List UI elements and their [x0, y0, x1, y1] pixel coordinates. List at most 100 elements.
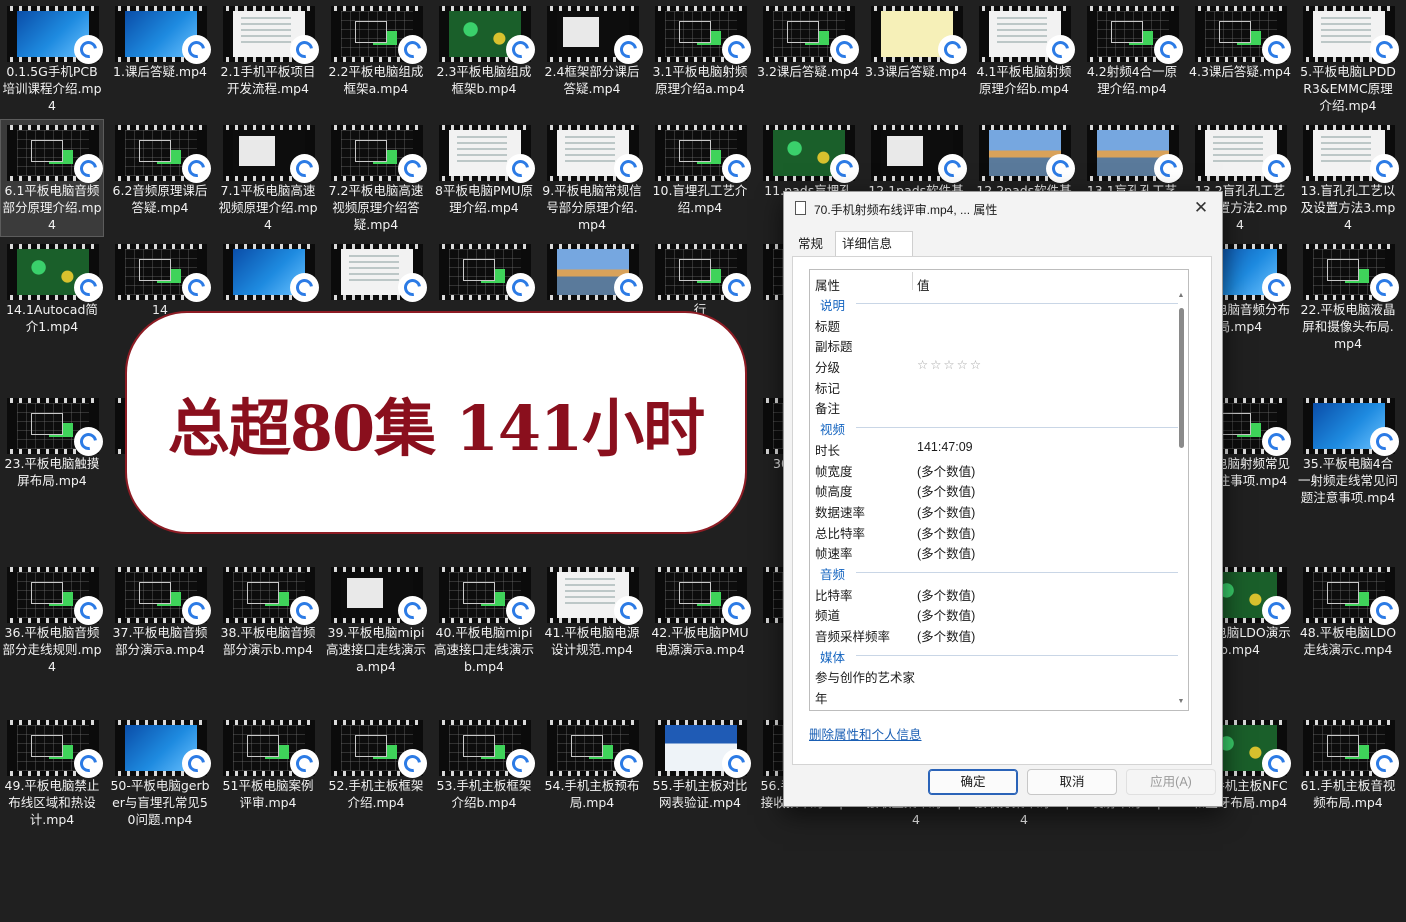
- tab-general[interactable]: 常规: [792, 232, 832, 256]
- video-file-item[interactable]: 22.平板电脑液晶屏和摄像头布局.mp4: [1296, 238, 1400, 390]
- video-file-item[interactable]: 54.手机主板预布局.mp4: [540, 714, 644, 852]
- video-file-item[interactable]: 61.手机主板音视频布局.mp4: [1296, 714, 1400, 852]
- property-value[interactable]: (多个数值): [917, 523, 975, 542]
- file-name-label: 36.平板电脑音频部分走线规则.mp4: [2, 625, 102, 674]
- sync-icon: [76, 751, 101, 776]
- property-value[interactable]: (多个数值): [917, 605, 975, 624]
- property-list[interactable]: 属性 值 说明 标题 副标题 分级 ☆☆☆☆☆ 标记 备注 视频 时长 141:47:09 帧宽度 (…: [809, 269, 1189, 711]
- property-value[interactable]: (多个数值): [917, 543, 975, 562]
- property-value[interactable]: (多个数值): [917, 461, 975, 480]
- property-row[interactable]: 备注: [810, 395, 1172, 416]
- property-section-header: 视频: [810, 416, 1178, 437]
- sync-icon: [1264, 429, 1289, 454]
- video-file-item[interactable]: 7.1平板电脑高速视频原理介绍.mp4: [216, 119, 320, 237]
- video-file-item[interactable]: 5.平板电脑LPDDR3&EMMC原理介绍.mp4: [1296, 0, 1400, 118]
- video-file-item[interactable]: 49.平板电脑禁止布线区域和热设计.mp4: [0, 714, 104, 852]
- sync-icon: [292, 156, 317, 181]
- property-row[interactable]: 数据速率 (多个数值): [810, 499, 1172, 520]
- remove-properties-link[interactable]: 删除属性和个人信息: [809, 724, 922, 743]
- video-file-item[interactable]: 0.1.5G手机PCB培训课程介绍.mp4: [0, 0, 104, 118]
- file-name-label: 53.手机主板框架介绍b.mp4: [436, 778, 532, 810]
- video-file-item[interactable]: 4.1平板电脑射频原理介绍b.mp4: [972, 0, 1076, 118]
- property-row[interactable]: 时长 141:47:09: [810, 437, 1172, 458]
- video-file-item[interactable]: 2.1手机平板项目开发流程.mp4: [216, 0, 320, 118]
- video-file-item[interactable]: 1.课后答疑.mp4: [108, 0, 212, 118]
- video-file-item[interactable]: 51平板电脑案例评审.mp4: [216, 714, 320, 852]
- close-icon[interactable]: ✕: [1188, 195, 1214, 221]
- video-file-item[interactable]: 42.平板电脑PMU电源演示a.mp4: [648, 561, 752, 713]
- video-file-item[interactable]: 2.2平板电脑组成框架a.mp4: [324, 0, 428, 118]
- scroll-thumb[interactable]: [1179, 308, 1184, 448]
- video-file-item[interactable]: 39.平板电脑mipi高速接口走线演示a.mp4: [324, 561, 428, 713]
- video-file-item[interactable]: 50-平板电脑gerber与盲埋孔常见50问题.mp4: [108, 714, 212, 852]
- video-file-item[interactable]: 9.平板电脑常规信号部分原理介绍.mp4: [540, 119, 644, 237]
- video-file-item[interactable]: 2.4框架部分课后答疑.mp4: [540, 0, 644, 118]
- property-row[interactable]: 标记: [810, 375, 1172, 396]
- scrollbar[interactable]: ▲ ▼: [1175, 290, 1187, 708]
- video-file-item[interactable]: 4.2射频4合一原理介绍.mp4: [1080, 0, 1184, 118]
- apply-button[interactable]: 应用(A): [1126, 769, 1216, 795]
- video-file-item[interactable]: 8平板电脑PMU原理介绍.mp4: [432, 119, 536, 237]
- property-row[interactable]: 副标题: [810, 333, 1172, 354]
- video-file-item[interactable]: 52.手机主板框架介绍.mp4: [324, 714, 428, 852]
- video-file-item[interactable]: 40.平板电脑mipi高速接口走线演示b.mp4: [432, 561, 536, 713]
- video-file-item[interactable]: 48.平板电脑LDO走线演示c.mp4: [1296, 561, 1400, 713]
- property-name: 年: [815, 692, 828, 707]
- tab-details[interactable]: 详细信息: [835, 231, 913, 257]
- video-file-item[interactable]: 3.2课后答疑.mp4: [756, 0, 860, 118]
- video-file-item[interactable]: 41.平板电脑电源设计规范.mp4: [540, 561, 644, 713]
- video-file-item[interactable]: 23.平板电脑触摸屏布局.mp4: [0, 392, 104, 560]
- property-value[interactable]: (多个数值): [917, 502, 975, 521]
- video-file-item[interactable]: 2.3平板电脑组成框架b.mp4: [432, 0, 536, 118]
- property-row[interactable]: 参与创作的艺术家: [810, 664, 1172, 685]
- property-value[interactable]: (多个数值): [917, 626, 975, 645]
- video-file-item[interactable]: 13.盲孔孔工艺以及设置方法3.mp4: [1296, 119, 1400, 237]
- property-value[interactable]: (多个数值): [917, 585, 975, 604]
- video-file-item[interactable]: 38.平板电脑音频部分演示b.mp4: [216, 561, 320, 713]
- property-value[interactable]: (多个数值): [917, 481, 975, 500]
- property-row[interactable]: 年: [810, 685, 1172, 706]
- video-file-item[interactable]: 3.1平板电脑射频原理介绍a.mp4: [648, 0, 752, 118]
- property-row[interactable]: 频道 (多个数值): [810, 602, 1172, 623]
- column-divider[interactable]: [912, 272, 913, 290]
- property-row[interactable]: 比特率 (多个数值): [810, 582, 1172, 603]
- property-row[interactable]: 分级 ☆☆☆☆☆: [810, 354, 1172, 375]
- property-row[interactable]: 帧宽度 (多个数值): [810, 458, 1172, 479]
- video-file-item[interactable]: 4.3课后答疑.mp4: [1188, 0, 1292, 118]
- video-file-item[interactable]: 53.手机主板框架介绍b.mp4: [432, 714, 536, 852]
- cancel-button[interactable]: 取消: [1027, 769, 1117, 795]
- video-file-item[interactable]: 3.3课后答疑.mp4: [864, 0, 968, 118]
- sync-icon: [1156, 156, 1181, 181]
- property-row[interactable]: 音频采样频率 (多个数值): [810, 623, 1172, 644]
- video-file-item[interactable]: 55.手机主板对比网表验证.mp4: [648, 714, 752, 852]
- sync-icon: [292, 275, 317, 300]
- video-file-item[interactable]: 14.1Autocad简介1.mp4: [0, 238, 104, 390]
- video-file-item[interactable]: 37.平板电脑音频部分演示a.mp4: [108, 561, 212, 713]
- sync-icon: [292, 598, 317, 623]
- property-row[interactable]: 标题: [810, 313, 1172, 334]
- scroll-down-icon[interactable]: ▼: [1177, 698, 1185, 706]
- file-name-label: 55.手机主板对比网表验证.mp4: [652, 778, 748, 810]
- sync-icon: [400, 598, 425, 623]
- property-row[interactable]: 总比特率 (多个数值): [810, 520, 1172, 541]
- sync-icon: [724, 751, 749, 776]
- property-row[interactable]: 帧高度 (多个数值): [810, 478, 1172, 499]
- property-value[interactable]: 141:47:09: [917, 440, 973, 454]
- file-name-label: 22.平板电脑液晶屏和摄像头布局.mp4: [1300, 302, 1396, 351]
- file-name-label: 50-平板电脑gerber与盲埋孔常见50问题.mp4: [110, 778, 210, 827]
- dialog-titlebar[interactable]: 70.手机射频布线评审.mp4, ... 属性 ✕: [784, 192, 1222, 224]
- ok-button[interactable]: 确定: [928, 769, 1018, 795]
- sync-icon: [1372, 429, 1397, 454]
- rating-stars[interactable]: ☆☆☆☆☆: [917, 357, 983, 372]
- property-row[interactable]: 帧速率 (多个数值): [810, 540, 1172, 561]
- video-file-item[interactable]: 36.平板电脑音频部分走线规则.mp4: [0, 561, 104, 713]
- file-name-label: 1.课后答疑.mp4: [113, 64, 207, 79]
- video-file-item[interactable]: 7.2平板电脑高速视频原理介绍答疑.mp4: [324, 119, 428, 237]
- video-file-item[interactable]: 6.1平板电脑音频部分原理介绍.mp4: [0, 119, 104, 237]
- video-file-item[interactable]: 6.2音频原理课后答疑.mp4: [108, 119, 212, 237]
- video-file-item[interactable]: 10.盲埋孔工艺介绍.mp4: [648, 119, 752, 237]
- scroll-up-icon[interactable]: ▲: [1177, 292, 1185, 300]
- file-name-label: 35.平板电脑4合一射频走线常见问题注意事项.mp4: [1297, 456, 1398, 505]
- video-file-item[interactable]: 35.平板电脑4合一射频走线常见问题注意事项.mp4: [1296, 392, 1400, 560]
- property-name: 时长: [815, 443, 841, 458]
